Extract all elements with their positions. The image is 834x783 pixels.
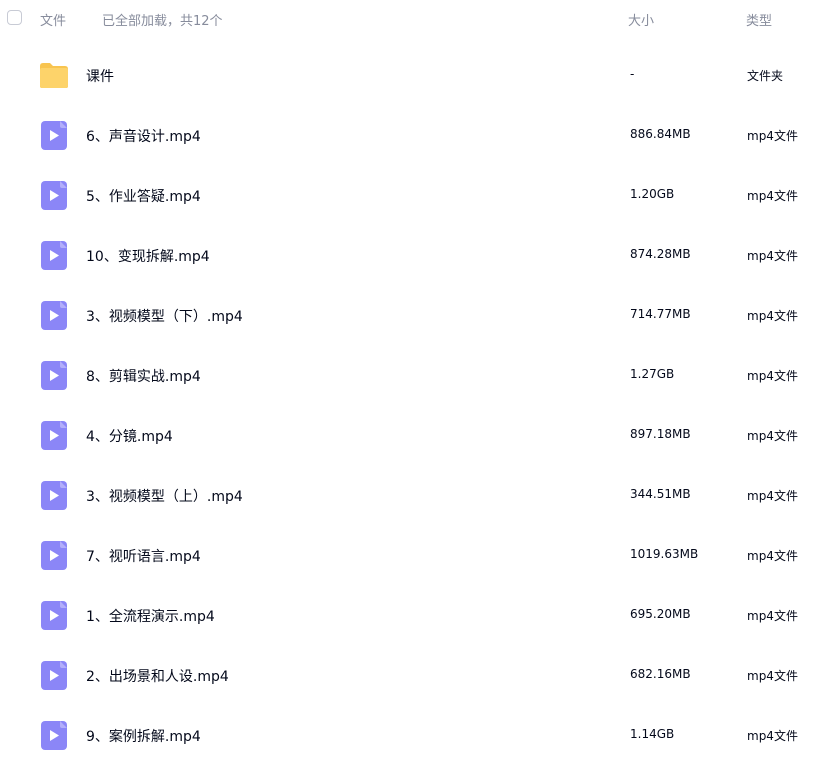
video-file-icon — [38, 180, 70, 210]
video-file-icon — [38, 540, 70, 570]
file-size: 682.16MB — [630, 667, 691, 681]
file-size: 1.27GB — [630, 367, 675, 381]
file-type: mp4文件 — [747, 489, 798, 503]
file-row-video[interactable]: 7、视听语言.mp4 1019.63MB mp4文件 — [0, 525, 834, 585]
file-name[interactable]: 4、分镜.mp4 — [86, 426, 173, 446]
video-file-icon — [38, 480, 70, 510]
file-name[interactable]: 6、声音设计.mp4 — [86, 126, 201, 146]
file-name[interactable]: 5、作业答疑.mp4 — [86, 186, 201, 206]
folder-icon — [38, 60, 70, 90]
file-row-video[interactable]: 9、案例拆解.mp4 1.14GB mp4文件 — [0, 705, 834, 765]
file-size: 1019.63MB — [630, 547, 699, 561]
file-type: mp4文件 — [747, 429, 798, 443]
file-row-video[interactable]: 5、作业答疑.mp4 1.20GB mp4文件 — [0, 165, 834, 225]
file-type: mp4文件 — [747, 129, 798, 143]
file-type: mp4文件 — [747, 549, 798, 563]
file-row-video[interactable]: 4、分镜.mp4 897.18MB mp4文件 — [0, 405, 834, 465]
video-file-icon — [38, 720, 70, 750]
file-type: mp4文件 — [747, 189, 798, 203]
file-name[interactable]: 3、视频模型（上）.mp4 — [86, 486, 243, 506]
file-name[interactable]: 8、剪辑实战.mp4 — [86, 366, 201, 386]
file-size: 1.14GB — [630, 727, 675, 741]
file-row-video[interactable]: 2、出场景和人设.mp4 682.16MB mp4文件 — [0, 645, 834, 705]
column-header-size[interactable]: 大小 — [628, 10, 654, 29]
file-row-folder[interactable]: 课件 - 文件夹 — [0, 45, 834, 105]
select-all-checkbox[interactable] — [7, 10, 22, 25]
file-name[interactable]: 2、出场景和人设.mp4 — [86, 666, 229, 686]
file-size: - — [630, 67, 635, 81]
file-size: 695.20MB — [630, 607, 691, 621]
column-header-type[interactable]: 类型 — [746, 10, 772, 29]
file-name[interactable]: 课件 — [86, 66, 114, 86]
file-size: 897.18MB — [630, 427, 691, 441]
file-type: mp4文件 — [747, 249, 798, 263]
column-header-name[interactable]: 文件 — [40, 10, 66, 29]
load-status-text: 已全部加载，共12个 — [102, 14, 223, 29]
file-row-video[interactable]: 3、视频模型（下）.mp4 714.77MB mp4文件 — [0, 285, 834, 345]
file-row-video[interactable]: 1、全流程演示.mp4 695.20MB mp4文件 — [0, 585, 834, 645]
file-type: mp4文件 — [747, 729, 798, 743]
file-name[interactable]: 1、全流程演示.mp4 — [86, 606, 215, 626]
file-type: mp4文件 — [747, 369, 798, 383]
file-name[interactable]: 9、案例拆解.mp4 — [86, 726, 201, 746]
file-list-header: 文件 已全部加载，共12个 大小 类型 — [0, 0, 834, 38]
file-size: 344.51MB — [630, 487, 691, 501]
file-row-video[interactable]: 8、剪辑实战.mp4 1.27GB mp4文件 — [0, 345, 834, 405]
file-size: 886.84MB — [630, 127, 691, 141]
file-size: 1.20GB — [630, 187, 675, 201]
file-size: 714.77MB — [630, 307, 691, 321]
file-name[interactable]: 10、变现拆解.mp4 — [86, 246, 210, 266]
video-file-icon — [38, 120, 70, 150]
file-size: 874.28MB — [630, 247, 691, 261]
file-type: mp4文件 — [747, 309, 798, 323]
file-row-video[interactable]: 10、变现拆解.mp4 874.28MB mp4文件 — [0, 225, 834, 285]
file-name[interactable]: 3、视频模型（下）.mp4 — [86, 306, 243, 326]
file-type: mp4文件 — [747, 669, 798, 683]
video-file-icon — [38, 660, 70, 690]
video-file-icon — [38, 360, 70, 390]
video-file-icon — [38, 240, 70, 270]
video-file-icon — [38, 420, 70, 450]
file-row-video[interactable]: 3、视频模型（上）.mp4 344.51MB mp4文件 — [0, 465, 834, 525]
file-list: 文件 已全部加载，共12个 大小 类型 课件 - 文件夹 6、声音设计.mp4 … — [0, 0, 834, 783]
video-file-icon — [38, 300, 70, 330]
file-name[interactable]: 7、视听语言.mp4 — [86, 546, 201, 566]
video-file-icon — [38, 600, 70, 630]
file-type: mp4文件 — [747, 609, 798, 623]
file-row-video[interactable]: 6、声音设计.mp4 886.84MB mp4文件 — [0, 105, 834, 165]
file-type: 文件夹 — [747, 69, 784, 83]
